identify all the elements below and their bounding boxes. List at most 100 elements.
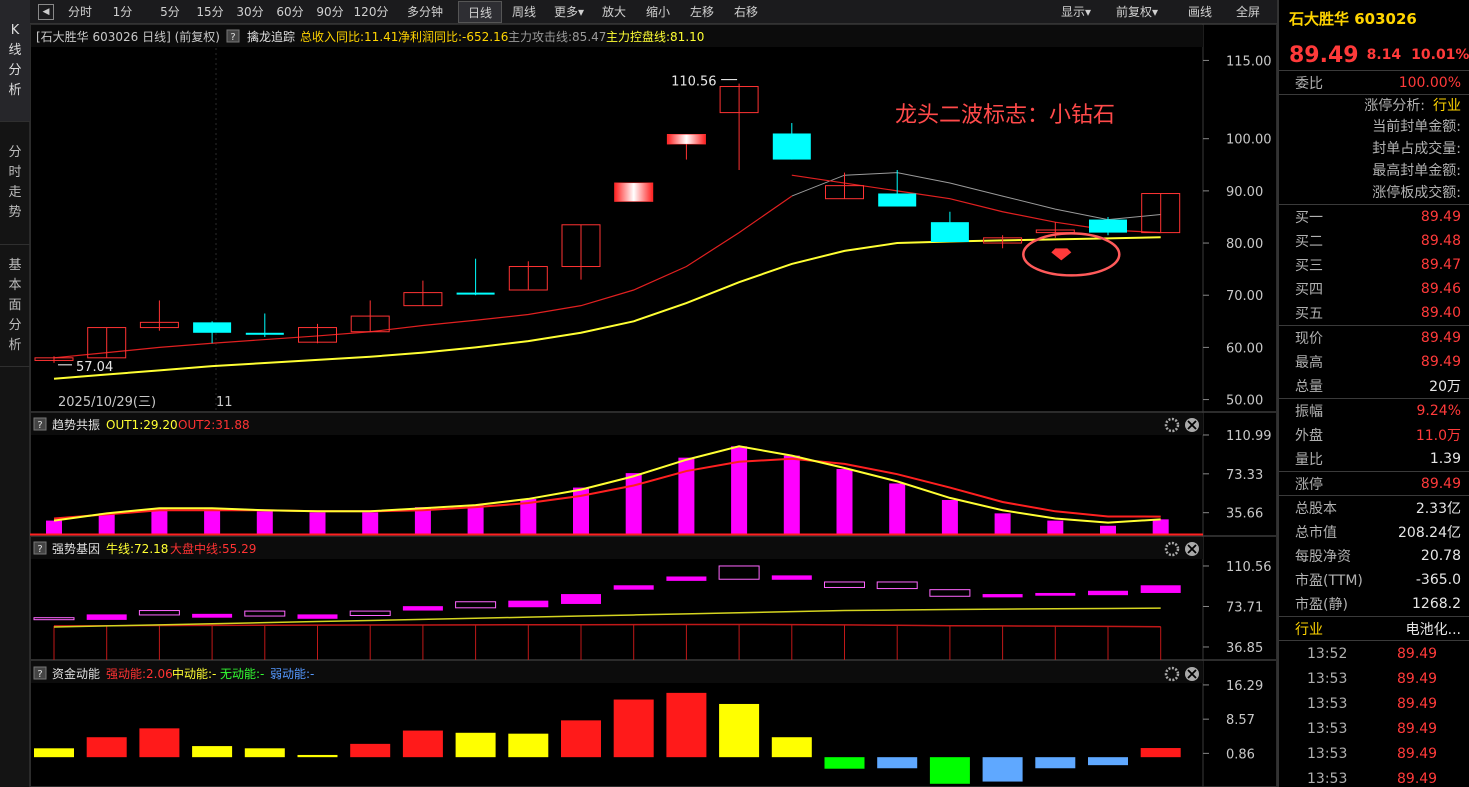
panel3-red-line <box>53 623 1161 628</box>
momentum-bar <box>929 757 970 784</box>
weibi-row: 委比 100.00% <box>1279 70 1469 94</box>
info-profit-yoy: 净利润同比:-652.16 <box>398 30 508 44</box>
tick-price: 89.49 <box>1397 645 1438 662</box>
momentum-bar <box>613 699 654 758</box>
ma-gray-line <box>791 172 1161 221</box>
toolbar-button-11[interactable]: 更多▾ <box>546 1 592 23</box>
tab-timeshare[interactable]: 分时走势 <box>0 122 30 245</box>
stat2-row-0: 振幅 9.24% <box>1279 399 1469 423</box>
trend-bar <box>204 509 221 534</box>
toolbar-right-button-1[interactable]: 前复权▾ <box>1104 1 1170 23</box>
toolbar-button-8[interactable]: 多分钟 <box>392 1 458 23</box>
toolbar-button-2[interactable]: 5分 <box>150 1 190 23</box>
toolbar-button-4[interactable]: 30分 <box>230 1 270 23</box>
toolbar-button-0[interactable]: 分时 <box>60 1 100 23</box>
bid-row-5-value: 89.40 <box>1420 305 1461 321</box>
toolbar-button-10[interactable]: 周线 <box>502 1 546 23</box>
stat1-row-0-value: 89.49 <box>1420 330 1461 346</box>
bid-row-1-value: 89.49 <box>1420 209 1461 225</box>
momentum-bar <box>86 737 127 758</box>
collapse-panel-icon[interactable]: ◀ <box>38 4 54 20</box>
gene-box <box>402 606 443 611</box>
toolbar-button-12[interactable]: 放大 <box>592 1 636 23</box>
toolbar-right-button-0[interactable]: 显示▾ <box>1050 1 1102 23</box>
tab-char: 面 <box>8 297 22 313</box>
toolbar-button-13[interactable]: 缩小 <box>636 1 680 23</box>
bid-row-4-value: 89.46 <box>1420 281 1461 297</box>
toolbar-button-5[interactable]: 60分 <box>270 1 310 23</box>
trend-bar <box>836 469 853 534</box>
tab-kline[interactable]: K线分析 <box>0 0 30 122</box>
tick-row: 13:53 89.49 <box>1279 666 1469 691</box>
zt-analysis-value[interactable]: 行业 <box>1433 95 1461 116</box>
industry-row[interactable]: 行业 电池化... <box>1279 616 1469 640</box>
zt-analysis-label: 涨停分析: <box>1364 98 1425 114</box>
tick-row: 13:53 89.49 <box>1279 691 1469 716</box>
trend-bar <box>731 446 748 534</box>
toolbar-button-7[interactable]: 120分 <box>350 1 392 23</box>
momentum-bar <box>824 757 865 769</box>
info-attack-line: 主力攻击线:85.47 <box>508 30 606 44</box>
tick-price: 89.49 <box>1397 770 1438 787</box>
trend-bar <box>309 512 326 534</box>
toolbar-button-6[interactable]: 90分 <box>310 1 350 23</box>
gene-box <box>982 594 1023 598</box>
month-label: 11 <box>216 395 233 410</box>
gene-box <box>244 610 286 617</box>
stat3-row-2-label: 每股净资 <box>1295 549 1351 565</box>
zt-line-2: 最高封单金额: <box>1372 163 1461 179</box>
panel3-name: 强势基因 <box>52 542 100 556</box>
momentum-bar <box>1140 748 1181 758</box>
gene-box <box>876 581 918 590</box>
tab-fundamental[interactable]: 基本面分析 <box>0 245 30 367</box>
panel4-tick: 8.57 <box>1226 713 1255 728</box>
panel4-none: 无动能:- <box>220 667 264 681</box>
tick-price: 89.49 <box>1397 720 1438 737</box>
momentum-bar <box>508 733 549 758</box>
tab-char: 时 <box>8 165 22 180</box>
bid-row-2-value: 89.48 <box>1420 233 1461 249</box>
panel3-tick: 110.56 <box>1226 560 1272 575</box>
panel4-mid: 中动能:- <box>172 666 216 681</box>
toolbar-button-14[interactable]: 左移 <box>680 1 724 23</box>
panel4-weak: 弱动能:- <box>270 667 314 681</box>
tab-char: 分 <box>8 145 22 160</box>
stat3-row-4-value: 1268.2 <box>1412 596 1461 612</box>
momentum-bar <box>719 703 760 758</box>
stat3-row-0-label: 总股本 <box>1295 501 1337 517</box>
toolbar-button-9[interactable]: 日线 <box>458 1 502 23</box>
left-side-tabs: K线分析分时走势基本面分析 <box>0 0 30 787</box>
zt-line-1: 封单占成交量: <box>1372 141 1461 157</box>
zt-line-3: 涨停板成交额: <box>1372 185 1461 201</box>
tick-time: 13:53 <box>1307 720 1348 737</box>
y-tick-label: 100.00 <box>1226 133 1272 148</box>
stat1-row-1: 最高 89.49 <box>1279 350 1469 374</box>
tick-time: 13:53 <box>1307 670 1348 687</box>
help-icon-glyph: ? <box>230 32 235 43</box>
toolbar-button-15[interactable]: 右移 <box>724 1 768 23</box>
zt-lines: 当前封单金额: 封单占成交量: 最高封单金额: 涨停板成交额: <box>1279 116 1469 204</box>
candle-body <box>772 133 811 160</box>
toolbar-button-1[interactable]: 1分 <box>100 1 145 23</box>
stat3-row-3-label: 市盈(TTM) <box>1295 573 1363 589</box>
trend-bar <box>941 499 958 534</box>
stat3-row-4: 市盈(静) 1268.2 <box>1279 592 1469 616</box>
gene-box <box>86 614 127 620</box>
stat2-row-2-value: 1.39 <box>1429 451 1461 467</box>
stat3-row-4-label: 市盈(静) <box>1295 597 1348 613</box>
toolbar-button-3[interactable]: 15分 <box>190 1 230 23</box>
stat1-row-2: 总量 20万 <box>1279 374 1469 398</box>
zhangting-value: 89.49 <box>1420 475 1461 492</box>
candle-body <box>245 332 284 335</box>
toolbar-right-button-3[interactable]: 全屏 <box>1228 1 1268 23</box>
gene-box <box>1035 592 1076 596</box>
bid-row-1: 买一 89.49 <box>1279 205 1469 229</box>
stat3-row-0-value: 2.33亿 <box>1415 501 1461 517</box>
stat3-row-0: 总股本 2.33亿 <box>1279 496 1469 520</box>
stat1-row-2-value: 20万 <box>1429 379 1461 395</box>
chart-toolbar: ◀ 分时 1分 5分 15分 30分 60分 90分 120分 多分钟 日线 周线 更多▾ 放大 缩小 左移… <box>30 0 1277 24</box>
toolbar-right-button-2[interactable]: 画线 <box>1180 1 1220 23</box>
tab-char: 析 <box>8 82 22 98</box>
gene-box <box>349 610 391 616</box>
panel3-l2: 大盘中线:55.29 <box>170 541 256 556</box>
